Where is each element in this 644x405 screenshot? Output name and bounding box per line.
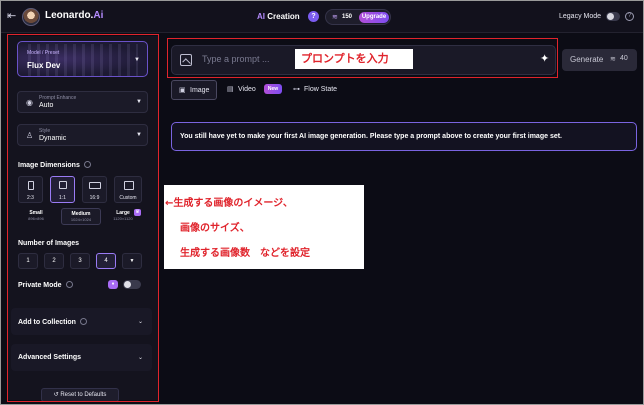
custom-ratio-icon [124,181,134,190]
app-window: ⇤ Leonardo.Ai AI Creation ? ≋ 150 Upgrad… [0,0,644,405]
legacy-mode-label: Legacy Mode [559,13,602,20]
premium-crown-icon: ♛ [134,209,141,216]
generate-label: Generate [570,55,604,64]
top-bar: ⇤ Leonardo.Ai AI Creation ? ≋ 150 Upgrad… [1,1,643,33]
annotation-line-1: ←生成する画像のイメージ、 [165,198,293,209]
chevron-down-icon: ▼ [136,132,142,138]
advanced-settings-label: Advanced Settings [18,354,82,361]
settings-sidebar: Model / Preset Flux Dev ▼ ◉ Prompt Enhan… [8,36,158,402]
ratio-1-1[interactable]: 1:1 [50,176,75,203]
tab-flow-state[interactable]: ⊶ Flow State [286,80,346,100]
image-icon: ▣ [179,87,186,94]
premium-gem-icon: ♦ [108,280,118,289]
generate-button[interactable]: Generate ≋ 40 [562,49,637,71]
size-small[interactable]: Small 896×896 [18,208,54,225]
chevron-down-icon: ▼ [134,57,140,63]
reset-icon: ↺ [53,392,59,398]
info-icon [83,161,91,168]
annotation-line-3: 生成する画像数 などを設定 [180,248,310,259]
preset-label: Model / Preset [27,50,60,56]
prompt-enhance-value: Auto [39,102,54,109]
landscape-ratio-icon [89,182,101,189]
add-to-collection-section[interactable]: Add to Collection ⌄ [11,308,152,335]
help-icon[interactable]: ? [308,11,319,22]
generate-cost: 40 [620,55,628,62]
sidebar-annotation: ←生成する画像のイメージ、 画像のサイズ、 生成する画像数 などを設定 [164,185,364,269]
empty-state-message: You still have yet to make your first AI… [171,122,637,151]
prompt-enhance-label: Prompt Enhance [39,95,77,101]
chevron-down-icon: ▼ [129,258,135,264]
reset-to-defaults-button[interactable]: ↺ Reset to Defaults [41,388,119,402]
chevron-down-icon: ⌄ [138,319,144,325]
app-logo[interactable]: Leonardo.Ai [45,10,103,21]
add-to-collection-label: Add to Collection [18,318,87,326]
preset-value: Flux Dev [27,61,61,70]
video-icon: ▤ [227,86,234,93]
count-3[interactable]: 3 [70,253,90,269]
count-4[interactable]: 4 [96,253,116,269]
logo-avatar [22,8,40,26]
legacy-mode-toggle[interactable] [606,12,620,21]
style-select[interactable]: ♙ Style Dynamic ▼ [17,124,148,146]
token-balance: ≋ 150 Upgrade [325,9,391,25]
image-dimensions-title: Image Dimensions [18,161,91,169]
mode-title: AI Creation [257,12,300,21]
prompt-enhance-select[interactable]: ◉ Prompt Enhance Auto ▼ [17,91,148,113]
empty-state-text: You still have yet to make your first AI… [180,133,563,140]
prompt-annotation: プロンプトを入力 [295,49,413,69]
tab-image[interactable]: ▣ Image [171,80,217,100]
token-count: 150 [342,14,353,20]
legacy-help-icon[interactable]: ? [625,12,634,21]
chevron-down-icon: ⌄ [138,355,144,361]
token-icon: ≋ [332,14,338,21]
brush-icon: ♙ [26,131,34,140]
enhance-icon: ◉ [26,98,33,107]
info-icon [79,318,87,325]
style-label: Style [39,128,51,134]
number-of-images-title: Number of Images [18,240,80,247]
upgrade-button[interactable]: Upgrade [359,12,389,23]
private-mode-label: Private Mode [18,281,73,289]
model-preset-select[interactable]: Model / Preset Flux Dev ▼ [17,41,148,77]
ratio-2-3[interactable]: 2:3 [18,176,43,203]
advanced-settings-section[interactable]: Advanced Settings ⌄ [11,344,152,371]
ratio-16-9[interactable]: 16:9 [82,176,107,203]
new-badge: New [264,84,282,94]
size-medium[interactable]: Medium 1024×1024 [61,208,101,225]
chevron-down-icon: ▼ [136,99,142,105]
info-icon [65,281,73,288]
link-icon: ⊶ [293,86,300,93]
style-value: Dynamic [39,135,67,142]
annotation-line-2: 画像のサイズ、 [180,223,250,234]
count-2[interactable]: 2 [44,253,64,269]
token-icon: ≋ [610,56,616,63]
private-mode-toggle[interactable] [123,280,141,289]
portrait-ratio-icon [28,181,34,190]
collapse-sidebar-icon[interactable]: ⇤ [7,9,19,23]
ratio-custom[interactable]: Custom [114,176,142,203]
tab-video[interactable]: ▤ Video New [220,80,284,100]
count-1[interactable]: 1 [18,253,38,269]
count-more-dropdown[interactable]: ▼ [122,253,142,269]
square-ratio-icon [59,181,67,189]
